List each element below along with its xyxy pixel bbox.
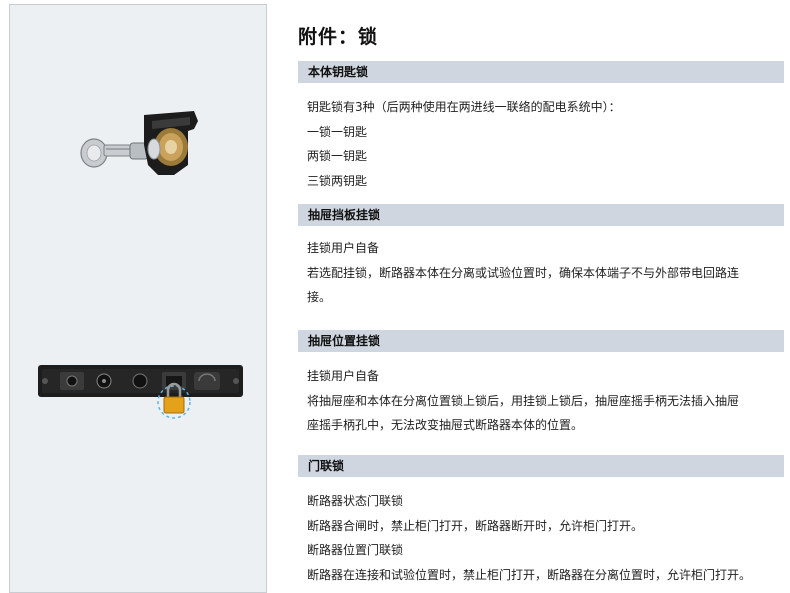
body-text-line: 若选配挂锁，断路器本体在分离或试验位置时，确保本体端子不与外部带电回路连 <box>307 265 740 280</box>
body-text-line: 座摇手柄孔中，无法改变抽屉式断路器本体的位置。 <box>307 418 584 432</box>
body-text-line: 断路器状态门联锁 <box>307 494 404 508</box>
illustration-panel <box>9 4 267 593</box>
key-lock-image <box>80 111 198 175</box>
body-text-line: 断路器在连接和试验位置时，禁止柜门打开，断路器在分离位置时，允许柜门打开。 <box>307 567 752 582</box>
section-header-drawer-position-padlock: 抽屉位置挂锁 <box>298 330 784 352</box>
body-text-line: 两锁一钥匙 <box>307 149 368 163</box>
section-body-drawer-shutter-padlock: 挂锁用户自备 若选配挂锁，断路器本体在分离或试验位置时，确保本体端子不与外部带电… <box>307 236 789 310</box>
section-header-door-interlock: 门联锁 <box>298 455 784 477</box>
body-text-line: 三锁两钥匙 <box>307 173 368 188</box>
page-title: 附件：锁 <box>298 26 379 48</box>
body-text-line: 接。 <box>307 290 332 304</box>
body-text-line: 挂锁用户自备 <box>307 369 380 383</box>
section-body-door-interlock: 断路器状态门联锁 断路器合闸时，禁止柜门打开，断路器断开时，允许柜门打开。 断路… <box>307 489 789 587</box>
body-text-line: 一锁一钥匙 <box>307 124 368 139</box>
section-header-body-key-lock: 本体钥匙锁 <box>298 61 784 83</box>
body-text-line: 钥匙锁有3种（后两种使用在两进线一联络的配电系统中）： <box>307 100 621 114</box>
body-text-line: 将抽屉座和本体在分离位置锁上锁后，用挂锁上锁后，抽屉座摇手柄无法插入抽屉 <box>307 393 740 408</box>
section-body-drawer-position-padlock: 挂锁用户自备 将抽屉座和本体在分离位置锁上锁后，用挂锁上锁后，抽屉座摇手柄无法插… <box>307 364 789 438</box>
body-text-line: 断路器合闸时，禁止柜门打开，断路器断开时，允许柜门打开。 <box>307 518 644 533</box>
drawer-position-padlock-image <box>38 365 243 419</box>
section-header-drawer-shutter-padlock: 抽屉挡板挂锁 <box>298 204 784 226</box>
body-text-line: 断路器位置门联锁 <box>307 543 404 557</box>
section-body-body-key-lock: 钥匙锁有3种（后两种使用在两进线一联络的配电系统中）： 一锁一钥匙 两锁一钥匙 … <box>307 95 789 193</box>
body-text-line: 挂锁用户自备 <box>307 241 380 255</box>
